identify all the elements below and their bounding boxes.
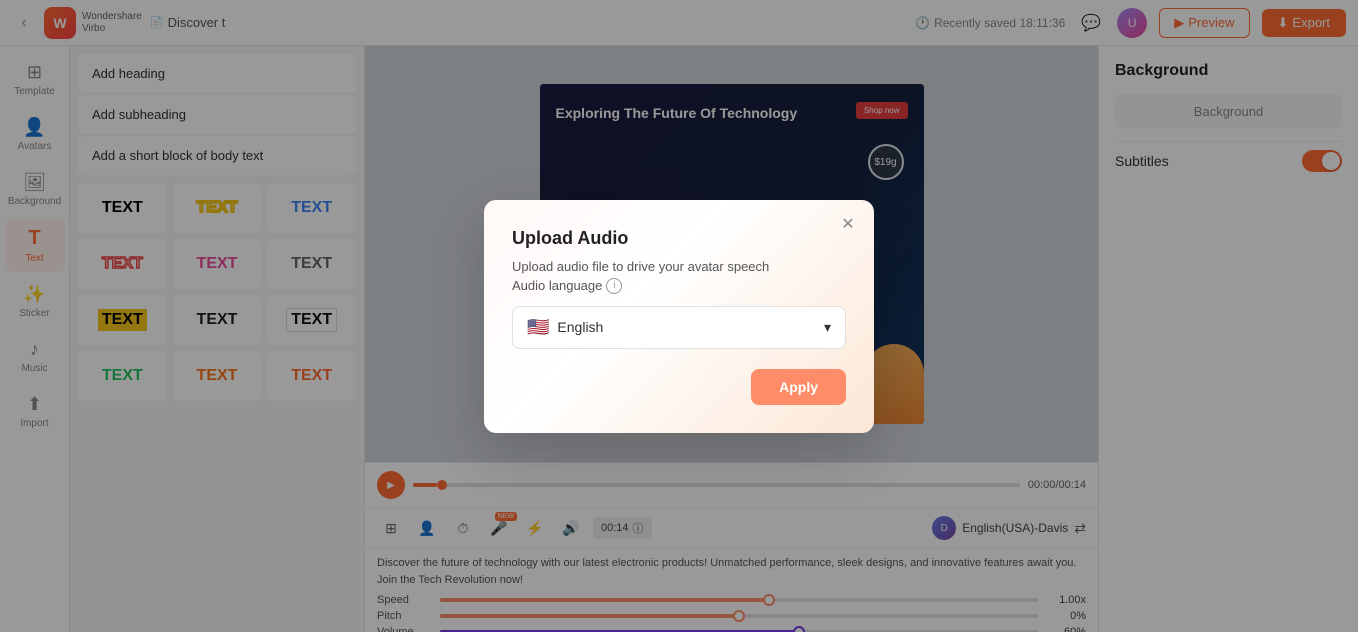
- modal-description: Upload audio file to drive your avatar s…: [512, 259, 846, 274]
- language-value: English: [557, 319, 603, 335]
- language-select[interactable]: 🇺🇸 English ▾: [512, 306, 846, 349]
- modal-language-label: Audio language i: [512, 278, 846, 294]
- flag-icon: 🇺🇸: [527, 317, 549, 338]
- modal-title: Upload Audio: [512, 228, 846, 249]
- modal-close-button[interactable]: ✕: [836, 212, 860, 236]
- chevron-down-icon: ▾: [824, 319, 831, 336]
- lang-select-left: 🇺🇸 English: [527, 317, 603, 338]
- modal-overlay[interactable]: ✕ Upload Audio Upload audio file to driv…: [0, 0, 1358, 632]
- apply-button[interactable]: Apply: [751, 369, 846, 405]
- info-icon: i: [606, 278, 622, 294]
- upload-audio-modal: ✕ Upload Audio Upload audio file to driv…: [484, 200, 874, 433]
